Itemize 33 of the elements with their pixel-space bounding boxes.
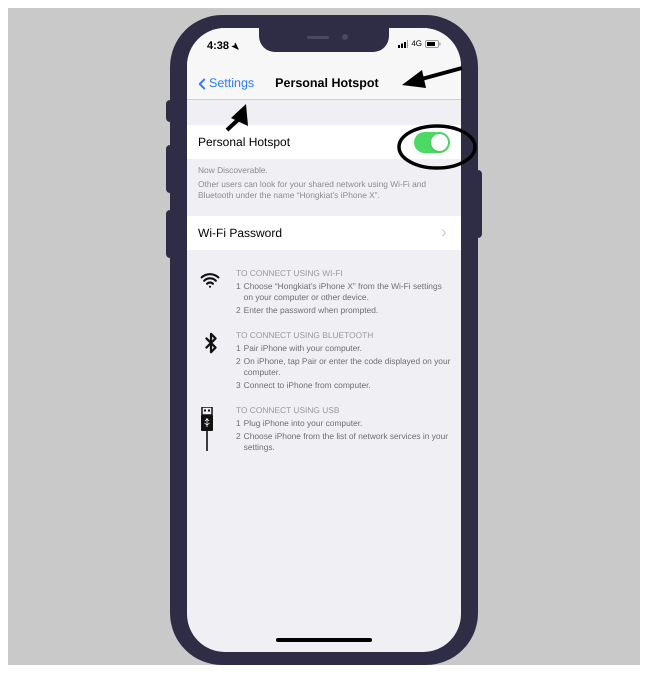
network-label: 4G xyxy=(411,38,422,50)
step-number: 2 xyxy=(236,431,241,443)
step-text: Choose “Hongkiat’s iPhone X” from the Wi-Fi settings on your computer or other device. xyxy=(244,281,443,303)
location-icon xyxy=(231,42,240,50)
hotspot-toggle[interactable] xyxy=(414,132,450,152)
status-time: 4:38 xyxy=(207,39,230,54)
page-title: Personal Hotspot xyxy=(275,75,379,92)
step-text: Connect to iPhone from computer. xyxy=(244,380,371,391)
step-number: 1 xyxy=(236,281,241,293)
step-text: Choose iPhone from the list of network services in your settings. xyxy=(244,431,450,453)
annotation-arrow xyxy=(226,104,248,132)
wifi-password-row[interactable]: Wi-Fi Password xyxy=(187,216,461,250)
step-number: 2 xyxy=(236,356,241,368)
section-heading: TO CONNECT USING BLUETOOTH xyxy=(236,330,374,341)
wifi-icon xyxy=(200,270,220,290)
battery-icon xyxy=(425,40,441,48)
step-number: 3 xyxy=(236,380,241,391)
usb-cable-icon xyxy=(200,407,214,451)
section-heading: TO CONNECT USING USB xyxy=(236,405,340,416)
step-number: 1 xyxy=(236,418,241,429)
step-number: 1 xyxy=(236,343,241,354)
step-text: Pair iPhone with your computer. xyxy=(244,343,362,354)
step-number: 2 xyxy=(236,305,241,316)
section-heading: TO CONNECT USING WI-FI xyxy=(236,268,344,279)
hotspot-label: Personal Hotspot xyxy=(198,134,290,151)
back-button[interactable]: Settings xyxy=(193,74,254,93)
footer-text: Other users can look for your shared network using Wi-Fi and Bluetooth under the name “Hongkiat’s iPhone X”. xyxy=(198,179,428,201)
step-text: Plug iPhone into your computer. xyxy=(244,418,362,429)
annotation-arrow xyxy=(402,66,463,88)
footer-text: Now Discoverable. xyxy=(198,165,269,176)
step-text: Enter the password when prompted. xyxy=(244,305,378,316)
signal-icon xyxy=(398,40,408,48)
step-text: On iPhone, tap Pair or enter the code displayed on your computer. xyxy=(244,356,452,378)
